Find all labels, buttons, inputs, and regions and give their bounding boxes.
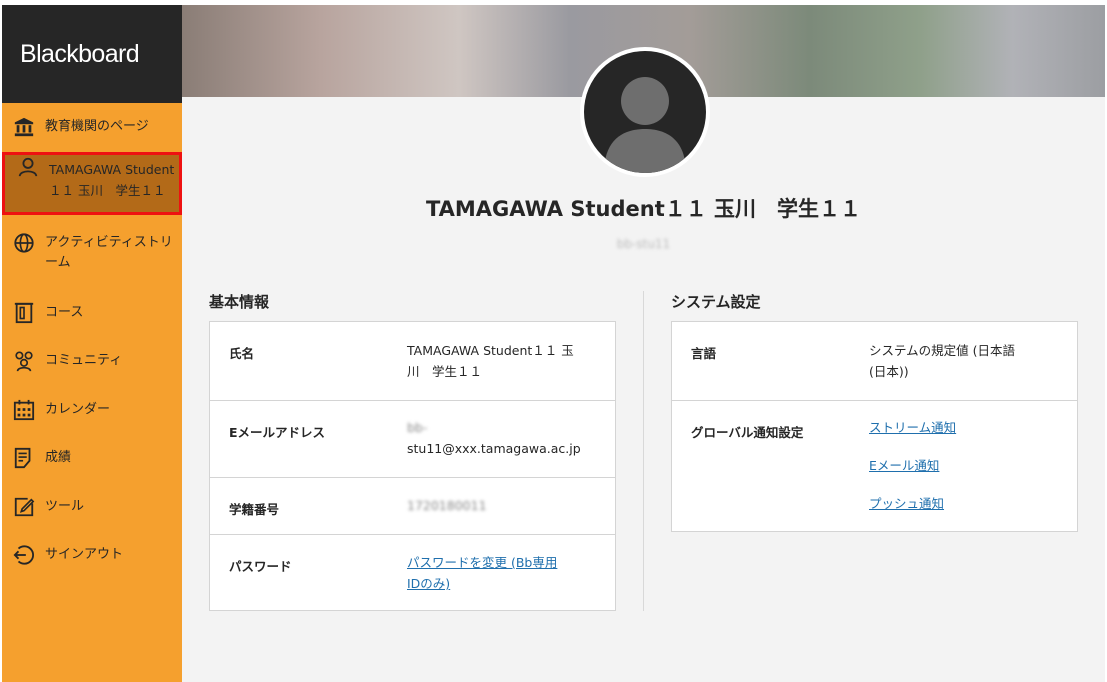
system-settings-card: 言語 システムの規定値 (日本語 (日本)) グローバル通知設定 ストリーム通知…: [671, 321, 1078, 532]
avatar-silhouette-icon: [604, 77, 686, 173]
section-divider: [643, 291, 644, 611]
stream-notification-link[interactable]: ストリーム通知: [869, 417, 956, 438]
nav-label: コース: [45, 305, 84, 320]
blackboard-logo[interactable]: Blackboard: [20, 40, 140, 69]
avatar-frame: [580, 47, 710, 177]
language-value-line1: システムの規定値 (日本語: [869, 343, 1015, 358]
email-value-line1: bb-: [407, 420, 428, 435]
password-label: パスワード: [229, 559, 292, 574]
nav-item-grades[interactable]: 成績: [2, 446, 182, 470]
profile-name: TAMAGAWA Student１１ 玉川 学生１１: [425, 197, 862, 221]
system-settings-title: システム設定: [671, 293, 761, 311]
name-row: 氏名 TAMAGAWA Student１１ 玉 川 学生１１: [210, 322, 615, 400]
student-number-label: 学籍番号: [229, 502, 280, 517]
institution-icon: [12, 115, 36, 139]
name-value-line2: 川 学生１１: [407, 364, 483, 379]
profile-username: bb-stu11: [616, 237, 671, 251]
nav-item-tools[interactable]: ツール: [2, 495, 182, 519]
sidebar: Blackboard 教育機関のページ TAMAGAWA Student １１ …: [2, 5, 182, 682]
language-value: システムの規定値 (日本語 (日本)): [869, 340, 1015, 382]
email-notification-link[interactable]: Eメール通知: [869, 455, 939, 476]
nav-label: アクティビティストリ ーム: [45, 231, 173, 273]
brand-header: Blackboard: [2, 5, 182, 103]
nav-label: カレンダー: [45, 402, 111, 417]
nav-item-profile[interactable]: TAMAGAWA Student １１ 玉川 学生１１: [2, 152, 182, 215]
user-icon: [16, 155, 40, 179]
avatar[interactable]: [584, 51, 706, 173]
profile-name-line2: １１ 玉川 学生１１: [49, 183, 166, 198]
basic-info-title: 基本情報: [209, 293, 270, 311]
student-number-row: 学籍番号 1720180011: [210, 477, 615, 534]
activity-label-line2: ーム: [45, 255, 71, 270]
grades-icon: [12, 446, 36, 470]
language-row: 言語 システムの規定値 (日本語 (日本)): [672, 322, 1077, 400]
profile-name-line1: TAMAGAWA Student: [49, 162, 175, 177]
signout-icon: [12, 543, 36, 567]
globe-icon: [12, 231, 36, 255]
activity-label-line1: アクティビティストリ: [45, 235, 173, 250]
name-value: TAMAGAWA Student１１ 玉 川 学生１１: [407, 340, 574, 382]
nav-item-calendar[interactable]: カレンダー: [2, 398, 182, 422]
community-icon: [12, 349, 36, 373]
name-label: 氏名: [229, 346, 255, 361]
name-value-line1: TAMAGAWA Student１１ 玉: [407, 343, 574, 358]
courses-icon: [12, 301, 36, 325]
email-value: bb- stu11@xxx.tamagawa.ac.jp: [407, 417, 581, 459]
email-row: Eメールアドレス bb- stu11@xxx.tamagawa.ac.jp: [210, 400, 615, 477]
push-notification-link[interactable]: プッシュ通知: [869, 493, 944, 514]
notification-row: グローバル通知設定 ストリーム通知 Eメール通知 プッシュ通知: [672, 400, 1077, 533]
nav-item-signout[interactable]: サインアウト: [2, 543, 182, 567]
change-password-link-line2[interactable]: IDのみ): [407, 576, 450, 591]
nav-item-activity-stream[interactable]: アクティビティストリ ーム: [2, 231, 182, 273]
email-label: Eメールアドレス: [229, 425, 326, 440]
student-number-value: 1720180011: [407, 498, 487, 513]
nav-label: 成績: [45, 450, 72, 465]
language-label: 言語: [691, 346, 717, 361]
nav-label: 教育機関のページ: [45, 119, 149, 134]
calendar-icon: [12, 398, 36, 422]
tools-icon: [12, 495, 36, 519]
nav-label: TAMAGAWA Student １１ 玉川 学生１１: [49, 155, 174, 201]
nav-item-community[interactable]: コミュニティ: [2, 349, 182, 373]
change-password-link-line1[interactable]: パスワードを変更 (Bb専用: [407, 555, 557, 570]
nav-label: ツール: [45, 499, 85, 514]
change-password-link[interactable]: パスワードを変更 (Bb専用 IDのみ): [407, 552, 557, 594]
nav-label: サインアウト: [45, 547, 124, 562]
nav-label: コミュニティ: [45, 353, 123, 368]
nav-item-courses[interactable]: コース: [2, 301, 182, 325]
email-value-line2: stu11@xxx.tamagawa.ac.jp: [407, 441, 581, 456]
nav-item-institution[interactable]: 教育機関のページ: [2, 115, 182, 139]
basic-info-card: 氏名 TAMAGAWA Student１１ 玉 川 学生１１ Eメールアドレス …: [209, 321, 616, 611]
password-row: パスワード パスワードを変更 (Bb専用 IDのみ): [210, 534, 615, 612]
language-value-line2: (日本)): [869, 364, 909, 379]
notification-label: グローバル通知設定: [691, 425, 804, 440]
